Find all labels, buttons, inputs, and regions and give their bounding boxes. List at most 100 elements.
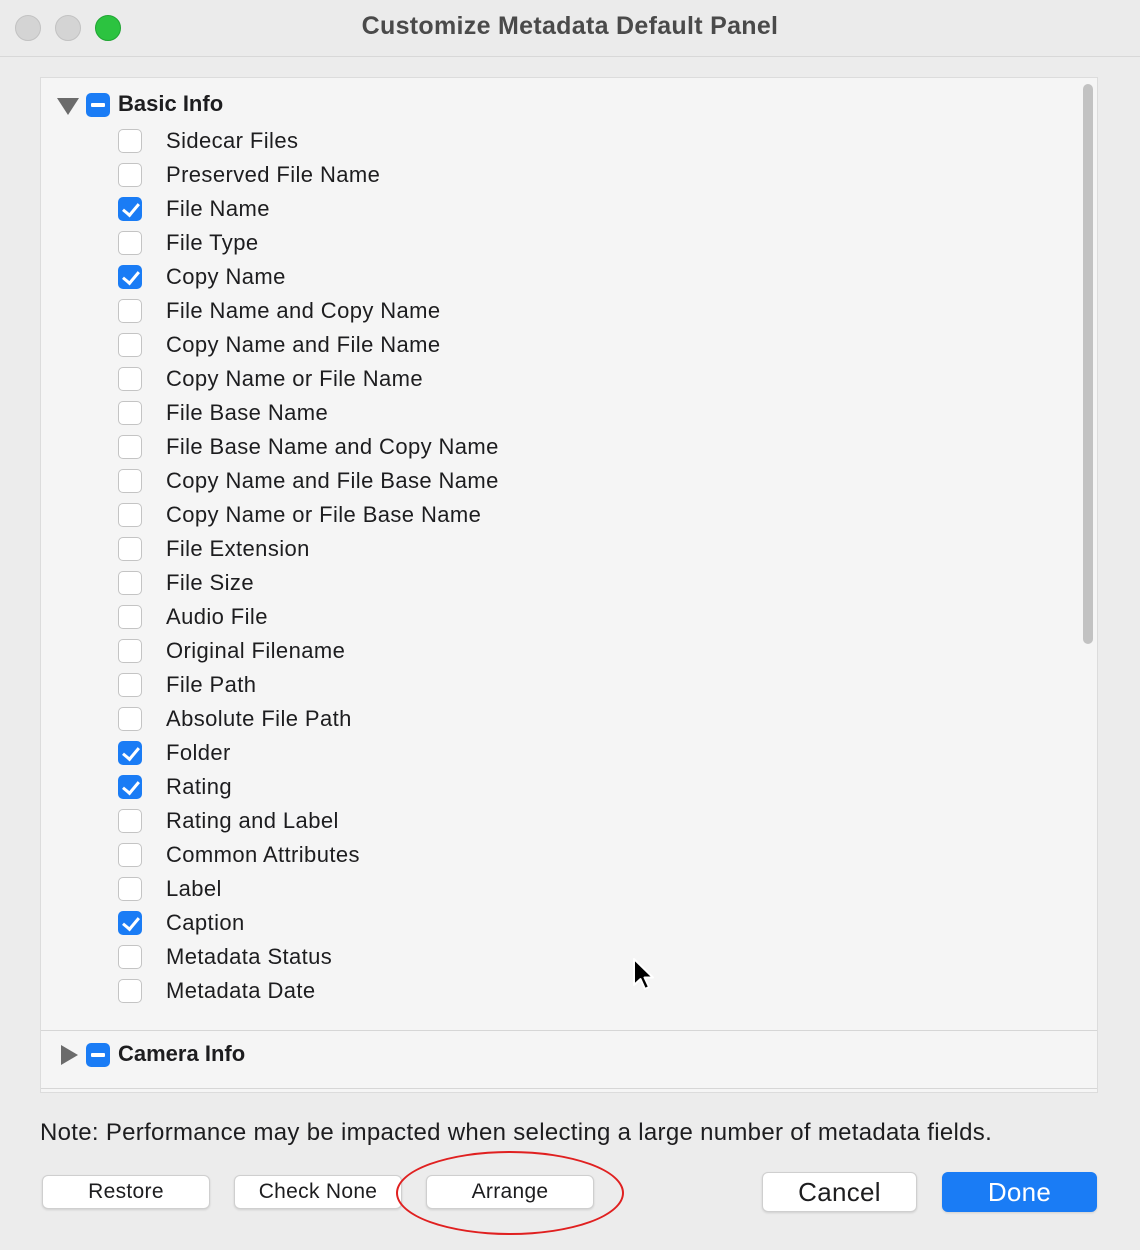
list-item[interactable]: Sidecar Files <box>41 124 1071 158</box>
list-item[interactable]: File Extension <box>41 532 1071 566</box>
checkbox-unchecked[interactable] <box>118 163 142 187</box>
list-item[interactable]: File Base Name <box>41 396 1071 430</box>
item-label: Sidecar Files <box>166 128 299 153</box>
list-item[interactable]: Rating and Label <box>41 804 1071 838</box>
item-label: Copy Name and File Name <box>166 332 441 357</box>
basic-info-items: Sidecar Files Preserved File Name File Nam… <box>41 124 1071 1008</box>
item-label: Metadata Status <box>166 944 333 969</box>
list-item[interactable]: Folder <box>41 736 1071 770</box>
item-label: File Path <box>166 672 257 697</box>
item-label: Original Filename <box>166 638 346 663</box>
item-label: File Base Name <box>166 400 329 425</box>
cancel-button[interactable]: Cancel <box>762 1172 917 1212</box>
dialog-content: Basic Info Sidecar Files Preserved File N… <box>0 57 1140 1250</box>
list-item[interactable]: Absolute File Path <box>41 702 1071 736</box>
checkbox-unchecked[interactable] <box>118 537 142 561</box>
item-label: Caption <box>166 910 245 935</box>
item-label: Preserved File Name <box>166 162 381 187</box>
checkbox-unchecked[interactable] <box>118 299 142 323</box>
checkbox-unchecked[interactable] <box>118 333 142 357</box>
window-title: Customize Metadata Default Panel <box>361 12 779 40</box>
list-item[interactable]: Label <box>41 872 1071 906</box>
scrollbar-thumb[interactable] <box>1083 84 1093 644</box>
item-label: Copy Name or File Base Name <box>166 502 482 527</box>
disclosure-triangle-collapsed-icon[interactable] <box>61 1045 78 1065</box>
item-label: Absolute File Path <box>166 706 352 731</box>
section-label-camera-info: Camera Info <box>118 1041 246 1066</box>
list-item[interactable]: File Name and Copy Name <box>41 294 1071 328</box>
list-item[interactable]: Original Filename <box>41 634 1071 668</box>
list-item[interactable]: Copy Name and File Name <box>41 328 1071 362</box>
annotation-circle <box>396 1151 624 1235</box>
list-item[interactable]: File Name <box>41 192 1071 226</box>
checkbox-checked[interactable] <box>118 911 142 935</box>
item-label: Rating <box>166 774 232 799</box>
checkbox-checked[interactable] <box>118 741 142 765</box>
list-item[interactable]: File Path <box>41 668 1071 702</box>
checkbox-unchecked[interactable] <box>118 605 142 629</box>
item-label: File Extension <box>166 536 310 561</box>
section-mixed-checkbox-camera-info[interactable] <box>86 1043 110 1067</box>
item-label: Audio File <box>166 604 268 629</box>
mouse-pointer-icon <box>633 958 654 990</box>
item-label: File Type <box>166 230 259 255</box>
checkbox-unchecked[interactable] <box>118 571 142 595</box>
vertical-scrollbar[interactable] <box>1081 82 1095 1082</box>
checkbox-unchecked[interactable] <box>118 979 142 1003</box>
list-item[interactable]: Audio File <box>41 600 1071 634</box>
item-label: File Size <box>166 570 254 595</box>
checkbox-unchecked[interactable] <box>118 877 142 901</box>
checkbox-unchecked[interactable] <box>118 231 142 255</box>
item-label: Copy Name or File Name <box>166 366 423 391</box>
item-label: Folder <box>166 740 231 765</box>
list-item[interactable]: File Type <box>41 226 1071 260</box>
list-item[interactable]: Rating <box>41 770 1071 804</box>
checkbox-unchecked[interactable] <box>118 639 142 663</box>
item-label: Metadata Date <box>166 978 316 1003</box>
list-item[interactable]: Copy Name <box>41 260 1071 294</box>
item-label: Copy Name and File Base Name <box>166 468 499 493</box>
checkbox-unchecked[interactable] <box>118 401 142 425</box>
list-item[interactable]: Preserved File Name <box>41 158 1071 192</box>
section-divider <box>41 1088 1097 1089</box>
list-item[interactable]: File Base Name and Copy Name <box>41 430 1071 464</box>
check-none-button[interactable]: Check None <box>234 1175 402 1209</box>
list-item[interactable]: Copy Name and File Base Name <box>41 464 1071 498</box>
checkbox-unchecked[interactable] <box>118 503 142 527</box>
checkbox-unchecked[interactable] <box>118 945 142 969</box>
list-item[interactable]: Copy Name or File Base Name <box>41 498 1071 532</box>
list-item[interactable]: File Size <box>41 566 1071 600</box>
list-item[interactable]: Metadata Status <box>41 940 1071 974</box>
item-label: File Name <box>166 196 270 221</box>
metadata-panel-list: Basic Info Sidecar Files Preserved File N… <box>40 77 1098 1093</box>
list-item[interactable]: Metadata Date <box>41 974 1071 1008</box>
checkbox-unchecked[interactable] <box>118 707 142 731</box>
restore-button[interactable]: Restore <box>42 1175 210 1209</box>
item-label: Common Attributes <box>166 842 360 867</box>
item-label: File Name and Copy Name <box>166 298 441 323</box>
item-label: Rating and Label <box>166 808 339 833</box>
checkbox-checked[interactable] <box>118 197 142 221</box>
checkbox-unchecked[interactable] <box>118 809 142 833</box>
done-button[interactable]: Done <box>942 1172 1097 1212</box>
section-mixed-checkbox-basic-info[interactable] <box>86 93 110 117</box>
disclosure-triangle-expanded-icon[interactable] <box>57 98 79 115</box>
section-header-camera-info[interactable]: Camera Info <box>41 1036 1081 1076</box>
section-header-basic-info[interactable]: Basic Info <box>41 86 1081 126</box>
list-item[interactable]: Common Attributes <box>41 838 1071 872</box>
checkbox-unchecked[interactable] <box>118 673 142 697</box>
item-label: Label <box>166 876 222 901</box>
item-label: File Base Name and Copy Name <box>166 434 499 459</box>
checkbox-unchecked[interactable] <box>118 129 142 153</box>
title-bar: Customize Metadata Default Panel <box>0 0 1140 57</box>
list-item[interactable]: Copy Name or File Name <box>41 362 1071 396</box>
checkbox-unchecked[interactable] <box>118 843 142 867</box>
section-label-basic-info: Basic Info <box>118 91 224 116</box>
checkbox-checked[interactable] <box>118 265 142 289</box>
section-divider <box>41 1030 1097 1031</box>
checkbox-unchecked[interactable] <box>118 469 142 493</box>
checkbox-checked[interactable] <box>118 775 142 799</box>
list-item[interactable]: Caption <box>41 906 1071 940</box>
checkbox-unchecked[interactable] <box>118 367 142 391</box>
checkbox-unchecked[interactable] <box>118 435 142 459</box>
